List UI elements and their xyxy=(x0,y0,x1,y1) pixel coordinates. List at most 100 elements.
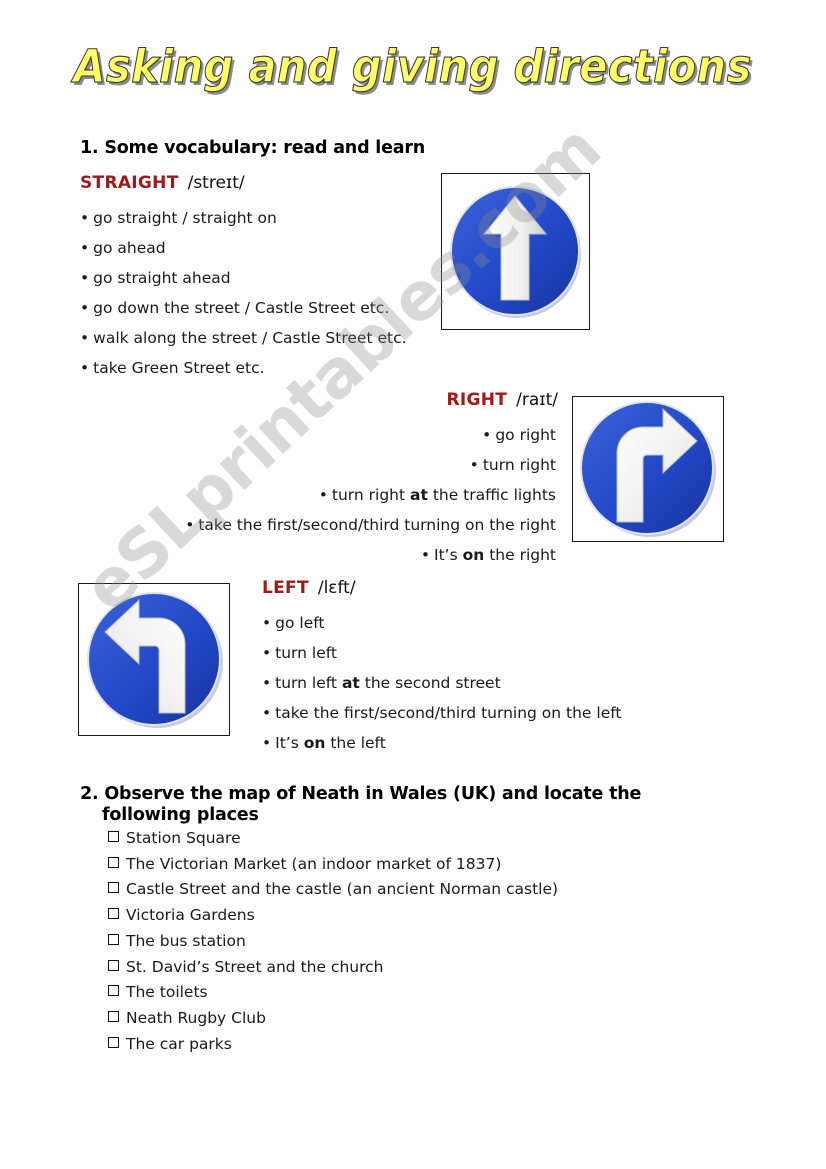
turn-right-sign xyxy=(572,396,724,542)
list-item-emphasis: on xyxy=(303,734,326,752)
list-item-text: walk along the street / Castle Street et… xyxy=(93,329,407,347)
ipa-left: /lɛft/ xyxy=(317,578,356,598)
word-heading-straight: STRAIGHT/streɪt/ xyxy=(80,173,245,193)
list-item-text: take Green Street etc. xyxy=(93,359,265,377)
list-item: The car parks xyxy=(108,1032,558,1058)
list-item-text: take the first/second/third turning on t… xyxy=(275,704,622,722)
go-straight-sign xyxy=(441,173,590,330)
section-2-heading: 2. Observe the map of Neath in Wales (UK… xyxy=(80,784,780,826)
list-item-text-post: the right xyxy=(484,546,556,564)
bullet-icon: • xyxy=(262,704,272,722)
checkbox-icon[interactable] xyxy=(108,856,119,868)
list-item-text: Castle Street and the castle (an ancient… xyxy=(126,880,559,899)
list-item-text-post: the second street xyxy=(359,674,501,692)
list-item-text: The bus station xyxy=(126,931,246,950)
go-straight-sign-graphic xyxy=(450,186,581,318)
left-phrase-list: • go left • turn left • turn left at the se… xyxy=(262,608,702,758)
list-item-text: It’s xyxy=(275,734,304,752)
list-item-text: It’s xyxy=(434,546,463,564)
list-item: • turn right at the traffic lights xyxy=(0,480,556,510)
list-item: • turn right xyxy=(0,450,556,480)
word-label-left: LEFT xyxy=(262,578,309,598)
bullet-icon: • xyxy=(80,329,90,347)
places-checklist: Station Square The Victorian Market (an … xyxy=(108,826,558,1057)
list-item: • turn left xyxy=(262,638,702,668)
straight-phrase-list: • go straight / straight on • go ahead • go… xyxy=(80,203,460,383)
list-item-text: go ahead xyxy=(93,239,166,257)
list-item: • It’s on the right xyxy=(0,540,556,570)
list-item-emphasis: at xyxy=(410,486,428,504)
list-item-text: turn right xyxy=(482,456,556,474)
list-item: Station Square xyxy=(108,826,558,852)
list-item: • go straight ahead xyxy=(80,263,460,293)
ipa-right: /raɪt/ xyxy=(516,390,558,410)
list-item: • walk along the street / Castle Street e… xyxy=(80,323,460,353)
checkbox-icon[interactable] xyxy=(108,1036,119,1048)
checkbox-icon[interactable] xyxy=(108,831,119,842)
list-item-text: Victoria Gardens xyxy=(126,906,255,925)
list-item-text: go straight / straight on xyxy=(93,209,277,227)
page-title-text: Asking and giving directions xyxy=(73,40,753,93)
list-item-text: Station Square xyxy=(126,829,241,847)
turn-right-sign-graphic xyxy=(580,401,716,537)
bullet-icon: • xyxy=(262,734,272,752)
list-item-text: take the first/second/third turning on t… xyxy=(198,516,556,534)
section-1-heading: 1. Some vocabulary: read and learn xyxy=(80,138,426,158)
list-item: • go down the street / Castle Street etc. xyxy=(80,293,460,323)
list-item-text: go right xyxy=(495,426,556,444)
bullet-icon: • xyxy=(80,239,90,257)
list-item: The toilets xyxy=(108,980,558,1006)
word-label-straight: STRAIGHT xyxy=(80,173,179,193)
list-item: • It’s on the left xyxy=(262,728,702,758)
bullet-icon: • xyxy=(420,546,431,564)
list-item: Victoria Gardens xyxy=(108,903,558,929)
list-item-text: turn left xyxy=(275,644,338,662)
list-item: The bus station xyxy=(108,929,558,955)
bullet-icon: • xyxy=(80,299,90,317)
word-heading-right: RIGHT/raɪt/ xyxy=(0,390,558,410)
checkbox-icon[interactable] xyxy=(108,882,119,894)
list-item-text: The Victorian Market (an indoor market o… xyxy=(126,854,502,873)
word-label-right: RIGHT xyxy=(446,390,508,410)
list-item-text: The car parks xyxy=(126,1034,232,1053)
list-item: Castle Street and the castle (an ancient… xyxy=(108,877,558,903)
bullet-icon: • xyxy=(262,644,272,662)
checkbox-icon[interactable] xyxy=(108,985,119,997)
list-item-text: turn left xyxy=(275,674,342,692)
bullet-icon: • xyxy=(469,456,479,474)
list-item: • go straight / straight on xyxy=(80,203,460,233)
bullet-icon: • xyxy=(482,426,492,444)
bullet-icon: • xyxy=(185,516,195,534)
list-item-text: go down the street / Castle Street etc. xyxy=(93,299,390,317)
bullet-icon: • xyxy=(80,269,90,287)
list-item: • take the first/second/third turning on … xyxy=(262,698,702,728)
bullet-icon: • xyxy=(262,614,272,632)
checkbox-icon[interactable] xyxy=(108,933,119,945)
turn-left-sign xyxy=(78,583,230,736)
list-item-text: The toilets xyxy=(126,983,208,1002)
bullet-icon: • xyxy=(262,674,272,692)
ipa-straight: /streɪt/ xyxy=(187,173,245,193)
list-item-text: turn right xyxy=(331,486,411,504)
bullet-icon: • xyxy=(80,209,90,227)
turn-left-sign-graphic xyxy=(87,592,223,728)
list-item: Neath Rugby Club xyxy=(108,1006,558,1032)
list-item-text: go left xyxy=(275,614,325,632)
list-item: • go ahead xyxy=(80,233,460,263)
word-heading-left: LEFT/lɛft/ xyxy=(262,578,356,598)
bullet-icon: • xyxy=(318,486,328,504)
checkbox-icon[interactable] xyxy=(108,1010,119,1022)
list-item: • take Green Street etc. xyxy=(80,353,460,383)
list-item-text: Neath Rugby Club xyxy=(126,1008,266,1027)
section-2-heading-line2: following places xyxy=(102,805,259,825)
checkbox-icon[interactable] xyxy=(108,959,119,971)
list-item-emphasis: at xyxy=(341,674,360,692)
right-phrase-list: • go right • turn right • turn right at the… xyxy=(0,420,556,570)
list-item: St. David’s Street and the church xyxy=(108,955,558,981)
list-item: • go right xyxy=(0,420,556,450)
list-item: The Victorian Market (an indoor market o… xyxy=(108,852,558,878)
list-item: • go left xyxy=(262,608,702,638)
checkbox-icon[interactable] xyxy=(108,908,119,920)
list-item-text-post: the left xyxy=(325,734,386,752)
list-item-text: go straight ahead xyxy=(93,269,231,287)
